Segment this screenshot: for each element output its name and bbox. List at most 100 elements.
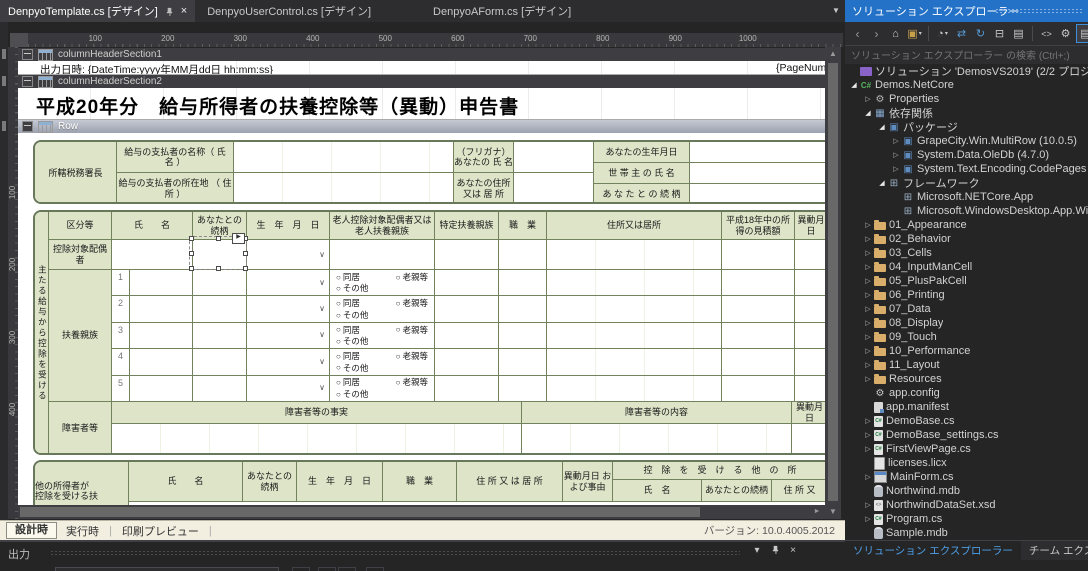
column-header-section2-bar[interactable]: columnHeaderSection2: [18, 75, 825, 88]
cell-spouse-address[interactable]: [547, 240, 722, 270]
dropdown-icon[interactable]: [319, 358, 325, 366]
header-kubun[interactable]: 区分等: [49, 212, 112, 240]
tree-expander-icon[interactable]: [849, 81, 859, 89]
header-disability-change[interactable]: 異動月日: [792, 402, 825, 424]
column-header-section2-content[interactable]: 平成20年分 給与所得者の扶養控除等（異動）申告書: [18, 88, 825, 120]
cell-dep-specific[interactable]: [435, 296, 499, 323]
radio-icon[interactable]: [336, 351, 342, 362]
cell-disability-fact[interactable]: [112, 424, 522, 453]
tree-item[interactable]: 08_Display: [845, 316, 1088, 330]
cell-spouse-change[interactable]: [795, 240, 825, 270]
header-disability-detail[interactable]: 障害者等の内容: [522, 402, 792, 424]
cell-dep-birthdate[interactable]: [247, 296, 330, 323]
output-source-dropdown[interactable]: [55, 567, 279, 571]
radio-icon[interactable]: [396, 298, 402, 309]
cell-birth-input[interactable]: [690, 142, 825, 163]
tree-item[interactable]: Sample.mdb: [845, 526, 1088, 540]
cell-dep-occupation[interactable]: [499, 349, 547, 376]
cell-dep-change[interactable]: [795, 375, 825, 402]
scrollbar-thumb[interactable]: [20, 507, 700, 517]
tree-item[interactable]: System.Text.Encoding.CodePages (4.0.1): [845, 162, 1088, 176]
radio-icon[interactable]: [336, 272, 342, 283]
cell-relation-input[interactable]: [690, 184, 825, 202]
scrollbar-thumb[interactable]: [828, 63, 838, 501]
cell-dep-change[interactable]: [795, 270, 825, 297]
cell-main-side-label[interactable]: 主たる給与から控除を受ける: [35, 212, 49, 453]
close-icon[interactable]: ×: [786, 545, 800, 556]
cell-dep-specific[interactable]: [435, 322, 499, 350]
cell-dep-name[interactable]: [130, 296, 193, 323]
tree-expander-icon[interactable]: [877, 179, 887, 187]
selection-handle[interactable]: [189, 236, 194, 241]
tree-item[interactable]: 03_Cells: [845, 246, 1088, 260]
cell-dep-elderly[interactable]: 同居 老親等 その他: [330, 270, 435, 297]
switch-views-icon[interactable]: ▣: [906, 25, 923, 42]
header-disability-fact[interactable]: 障害者等の事実: [112, 402, 522, 424]
tree-expander-icon[interactable]: [863, 109, 873, 117]
collapse-icon[interactable]: [22, 76, 33, 87]
tree-item[interactable]: 10_Performance: [845, 344, 1088, 358]
dropdown-icon[interactable]: [319, 305, 325, 313]
tree-item[interactable]: 依存関係: [845, 106, 1088, 120]
cell-disability-change[interactable]: [792, 424, 825, 453]
collapse-all-icon[interactable]: ⊟: [991, 25, 1008, 42]
selection-handle[interactable]: [216, 236, 221, 241]
cell-row-number[interactable]: 4: [112, 349, 130, 376]
tree-item[interactable]: Program.cs: [845, 512, 1088, 526]
header-birthdate[interactable]: 生 年 月 日: [247, 212, 330, 240]
cell-dep-occupation[interactable]: [499, 296, 547, 323]
cell-dep-elderly[interactable]: 同居 老親等 その他: [330, 375, 435, 402]
cell-spouse-income[interactable]: [722, 240, 795, 270]
tree-item[interactable]: 09_Touch: [845, 330, 1088, 344]
cell-dep-relation[interactable]: [193, 349, 247, 376]
window-menu-icon[interactable]: ▾: [750, 545, 764, 556]
cell-dep-address[interactable]: [547, 296, 722, 323]
collapse-icon[interactable]: [22, 49, 33, 60]
page-number-cell[interactable]: {PageNumber}: [776, 62, 825, 74]
solution-explorer-titlebar[interactable]: ソリューション エクスプローラー: [845, 0, 1088, 22]
back-icon[interactable]: ‹: [849, 25, 866, 42]
close-icon[interactable]: ×: [181, 5, 187, 17]
cell-dep-specific[interactable]: [435, 349, 499, 376]
forward-icon[interactable]: ›: [868, 25, 885, 42]
tree-expander-icon[interactable]: [863, 291, 873, 299]
scroll-right-icon[interactable]: ►: [809, 505, 825, 519]
header-occupation[interactable]: 職 業: [499, 212, 547, 240]
tree-item[interactable]: 05_PlusPakCell: [845, 274, 1088, 288]
output-toolbar-button[interactable]: [318, 567, 336, 571]
cell-your-addr-input[interactable]: [514, 173, 594, 202]
tree-item[interactable]: ソリューション 'DemosVS2019' (2/2 プロジェクト): [845, 64, 1088, 78]
radio-icon[interactable]: [336, 336, 342, 347]
header-address[interactable]: 住所又は居所: [547, 212, 722, 240]
cell-dep-name[interactable]: [130, 322, 193, 350]
cell-other-side-label[interactable]: 他の所得者が 控除を受ける扶: [35, 462, 129, 505]
output-toolbar-button[interactable]: [366, 567, 384, 571]
header2-relation[interactable]: あなたとの続柄: [243, 462, 297, 502]
header2-birthdate[interactable]: 生 年 月 日: [297, 462, 383, 502]
pending-changes-icon[interactable]: ◔: [934, 25, 951, 42]
cell-tax-office[interactable]: 所轄税務署長: [35, 142, 117, 202]
tab-run-time[interactable]: 実行時: [57, 523, 108, 539]
tab-design-time[interactable]: 設計時: [6, 522, 57, 539]
tab-print-preview[interactable]: 印刷プレビュー: [113, 523, 208, 539]
tree-expander-icon[interactable]: [863, 249, 873, 257]
tree-expander-icon[interactable]: [891, 137, 901, 145]
header2-occupation[interactable]: 職 業: [383, 462, 457, 502]
dropdown-icon[interactable]: [319, 279, 325, 287]
cell-dep-income[interactable]: [722, 296, 795, 323]
tree-item[interactable]: Northwind.mdb: [845, 484, 1088, 498]
pin-icon[interactable]: [768, 545, 782, 557]
form-title[interactable]: 平成20年分 給与所得者の扶養控除等（異動）申告書: [36, 92, 519, 119]
cell-dep-birthdate[interactable]: [247, 322, 330, 350]
header-change-date[interactable]: 異動月日: [795, 212, 825, 240]
header-income[interactable]: 平成18年中の所得の見積額: [722, 212, 795, 240]
cell-payer-name-label[interactable]: 給与の支払者の名称（ 氏 名 ）: [117, 142, 234, 173]
tree-expander-icon[interactable]: [863, 375, 873, 383]
radio-icon[interactable]: [336, 310, 342, 321]
cell-dep-income[interactable]: [722, 349, 795, 376]
tree-item[interactable]: Properties: [845, 92, 1088, 106]
tree-expander-icon[interactable]: [863, 473, 873, 481]
cell-dep-relation[interactable]: [193, 322, 247, 350]
tree-item[interactable]: licenses.licx: [845, 456, 1088, 470]
dropdown-icon[interactable]: [319, 251, 325, 259]
